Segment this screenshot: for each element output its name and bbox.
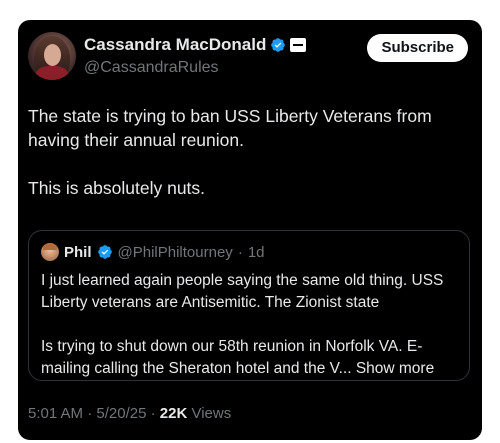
quoted-author-avatar	[41, 243, 59, 261]
meta-separator: ·	[146, 405, 160, 422]
avatar-shirt	[36, 66, 68, 80]
subscribe-button[interactable]: Subscribe	[367, 34, 468, 62]
tweet-text: The state is trying to ban USS Liberty V…	[28, 104, 468, 200]
affiliation-badge-icon	[290, 38, 307, 52]
quoted-paragraph: I just learned again people saying the s…	[41, 272, 444, 311]
verified-badge-icon	[271, 38, 286, 52]
tweet-meta: 5:01 AM · 5/20/25 · 22K Views	[28, 405, 231, 422]
quoted-separator: ·	[237, 243, 243, 261]
author-handle[interactable]: @CassandraRules	[84, 59, 219, 77]
quoted-age: 1d	[247, 243, 265, 261]
quoted-tweet-header: Phil @PhilPhiltourney · 1d	[41, 242, 265, 262]
tweet-paragraph: The state is trying to ban USS Liberty V…	[28, 106, 432, 150]
quoted-tweet-text: I just learned again people saying the s…	[41, 270, 461, 380]
tweet-time[interactable]: 5:01 AM	[28, 405, 83, 422]
show-more-link[interactable]: Show more	[356, 360, 434, 377]
avatar-face	[44, 44, 61, 66]
tweet-date[interactable]: 5/20/25	[96, 405, 146, 422]
verified-badge-icon	[97, 245, 112, 259]
quoted-tweet[interactable]: Phil @PhilPhiltourney · 1d I just learne…	[28, 230, 470, 381]
meta-separator: ·	[83, 405, 97, 422]
quoted-paragraph-last: Is trying to shut down our 58th reunion …	[41, 336, 461, 380]
author-display-name[interactable]: Cassandra MacDonald	[84, 35, 266, 55]
tweet-card: Cassandra MacDonald @CassandraRules Subs…	[18, 20, 482, 440]
quoted-author-handle: @PhilPhiltourney	[117, 243, 233, 261]
tweet-paragraph: This is absolutely nuts.	[28, 178, 206, 198]
author-name-row: Cassandra MacDonald	[84, 34, 307, 56]
views-label: Views	[191, 405, 232, 422]
author-avatar[interactable]	[28, 32, 76, 80]
views-count: 22K	[159, 405, 188, 422]
quoted-author-name: Phil	[64, 243, 92, 261]
